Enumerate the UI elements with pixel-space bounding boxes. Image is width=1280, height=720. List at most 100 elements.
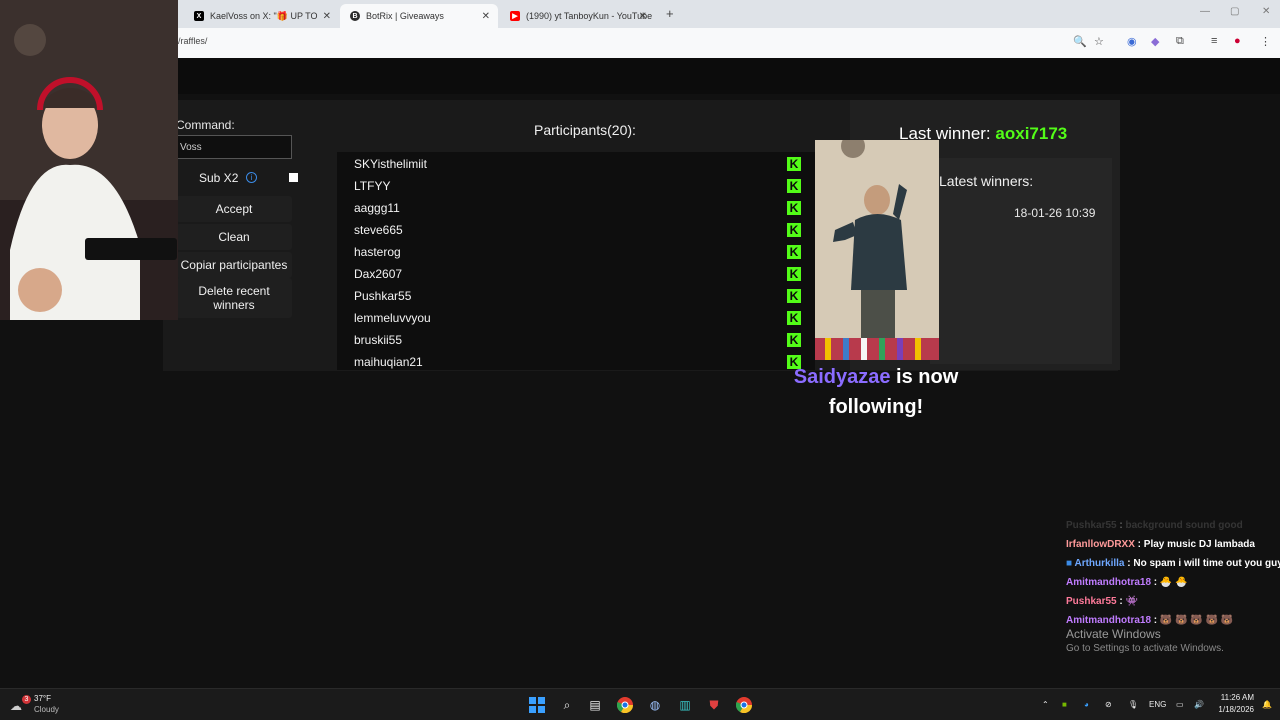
chat-message: Amitmandhotra18 : 🐻 🐻 🐻 🐻 🐻 <box>1066 615 1234 626</box>
participant-name: maihuqian21 <box>354 355 423 369</box>
browser-tab-bar: X KaelVoss on X: "🎁 UP TO 1( ✕ B BotRix … <box>178 0 1280 28</box>
reading-list-icon[interactable]: ≡ <box>1211 35 1217 47</box>
x-logo-icon: X <box>194 11 204 21</box>
participant-name: hasterog <box>354 245 401 259</box>
chat-text: background sound good <box>1125 520 1243 531</box>
activate-windows-subtitle: Go to Settings to activate Windows. <box>1066 643 1224 654</box>
notification-bell-icon[interactable]: 🔔 <box>1262 700 1272 709</box>
profile-avatar-icon[interactable]: ● <box>1234 35 1241 47</box>
chat-message: Pushkar55 : background sound good <box>1066 520 1243 531</box>
sub-x2-checkbox[interactable] <box>289 173 298 182</box>
copy-participants-button[interactable]: Copiar participantes <box>176 252 292 278</box>
minimize-icon[interactable]: — <box>1200 6 1210 17</box>
taskbar: ☁ 3 37°F Cloudy ⌕ ▤ ◍ ▥ ⛊ ⌃ ■ ◕ ⊘ 🎙 ENG … <box>0 688 1280 720</box>
participant-name: lemmeluvvyou <box>354 311 431 325</box>
chrome-icon[interactable] <box>736 697 752 713</box>
command-label: Command: <box>176 118 235 132</box>
tab-x[interactable]: X KaelVoss on X: "🎁 UP TO 1( ✕ <box>184 4 339 28</box>
info-icon[interactable]: i <box>246 172 257 183</box>
display-icon[interactable]: ▭ <box>1176 700 1184 709</box>
chevron-up-icon[interactable]: ⌃ <box>1042 700 1049 709</box>
chrome-icon[interactable] <box>617 697 633 713</box>
language-indicator[interactable]: ENG <box>1149 700 1166 709</box>
participants-header: Participants(20): <box>534 122 636 138</box>
weather-temp: 37°F <box>34 694 51 703</box>
chat-emotes: 🐣 🐣 <box>1159 577 1188 588</box>
close-tab-icon[interactable]: ✕ <box>639 11 647 22</box>
tab-title: KaelVoss on X: "🎁 UP TO 1( <box>210 10 320 21</box>
weather-widget[interactable]: ☁ 3 <box>10 695 31 713</box>
alert-message: following! <box>828 396 924 418</box>
delete-recent-winners-button[interactable]: Delete recent winners <box>176 278 292 318</box>
badge-icon: ■ <box>1066 558 1073 569</box>
chat-message: Pushkar55 : 👾 <box>1066 596 1138 607</box>
participant-name: Dax2607 <box>354 267 403 281</box>
youtube-icon: ▶ <box>510 11 520 21</box>
network-off-icon[interactable]: ⊘ <box>1105 700 1112 709</box>
close-tab-icon[interactable]: ✕ <box>323 11 331 22</box>
accept-button[interactable]: Accept <box>176 196 292 222</box>
notification-badge: 3 <box>22 695 31 704</box>
kick-icon: K <box>787 201 801 215</box>
command-input[interactable] <box>176 135 292 159</box>
chat-username: Pushkar55 <box>1066 596 1117 607</box>
follow-alert-text: Saidyazae is now following! <box>760 362 992 422</box>
chat-username: Arthurkilla <box>1074 558 1125 569</box>
volume-icon[interactable]: 🔊 <box>1194 700 1204 709</box>
latest-winner-time: 18-01-26 10:39 <box>1014 206 1096 220</box>
participant-name: aaggg11 <box>354 201 400 215</box>
cloud-icon: ☁ <box>10 699 22 713</box>
notepad-icon[interactable]: ▥ <box>677 697 693 713</box>
close-window-icon[interactable]: ✕ <box>1262 6 1270 17</box>
close-tab-icon[interactable]: ✕ <box>482 11 490 22</box>
clock-time[interactable]: 11:26 AM <box>1214 693 1254 702</box>
participant-name: bruskii55 <box>354 333 403 347</box>
weather-desc: Cloudy <box>34 705 59 714</box>
chat-message: Amitmandhotra18 : 🐣 🐣 <box>1066 577 1188 588</box>
chat-message: ■ Arthurkilla : No spam i will time out … <box>1066 558 1280 569</box>
chat-text: Play music DJ lambada <box>1143 539 1255 550</box>
participant-name: LTFYY <box>354 179 391 193</box>
alert-message: is now <box>896 366 959 388</box>
botrix-icon: B <box>350 11 360 21</box>
steam-icon[interactable]: ◍ <box>647 697 663 713</box>
shield-app-icon[interactable]: ⛊ <box>706 697 722 713</box>
participant-name: SKYisthelimiit <box>354 157 427 171</box>
page-header <box>178 58 1280 94</box>
kick-icon: K <box>787 179 801 193</box>
follower-name: Saidyazae <box>793 366 891 388</box>
extension-icon[interactable]: ◉ <box>1127 35 1137 48</box>
windows-start-icon[interactable] <box>529 697 545 713</box>
file-explorer-icon[interactable]: ▤ <box>587 697 603 713</box>
chat-username: Pushkar55 <box>1066 520 1117 531</box>
bookmark-star-icon[interactable]: ☆ <box>1094 35 1104 48</box>
clock-date[interactable]: 1/18/2026 <box>1210 705 1254 714</box>
tab-title: BotRix | Giveaways <box>366 11 444 21</box>
chat-username: Amitmandhotra18 <box>1066 615 1152 626</box>
tray-app-icon[interactable]: ◕ <box>1084 700 1089 709</box>
address-bar: /raffles/ <box>178 28 1280 58</box>
chat-emotes: 🐻 🐻 🐻 🐻 🐻 <box>1159 615 1234 626</box>
zoom-icon[interactable]: 🔍 <box>1073 35 1087 48</box>
tab-botrix[interactable]: B BotRix | Giveaways ✕ <box>340 4 498 28</box>
participants-list: SKYisthelimiit LTFYY aaggg11 steve665 ha… <box>337 152 815 370</box>
follow-alert-image <box>815 140 939 360</box>
extensions-puzzle-icon[interactable]: ⧉ <box>1176 35 1184 48</box>
menu-icon[interactable]: ⋮ <box>1260 35 1271 48</box>
microphone-icon[interactable]: 🎙 <box>1128 700 1138 709</box>
tab-youtube[interactable]: ▶ (1990) yt TanboyKun - YouTube ✕ <box>500 4 655 28</box>
new-tab-button[interactable]: + <box>666 6 674 21</box>
kick-icon: K <box>787 333 801 347</box>
url-field[interactable]: /raffles/ <box>178 36 207 46</box>
search-icon[interactable]: ⌕ <box>559 697 575 713</box>
kick-icon: K <box>787 267 801 281</box>
extension-icon[interactable]: ◆ <box>1151 35 1159 48</box>
webcam-overlay <box>0 0 178 320</box>
sub-x2-label: Sub X2 <box>199 171 239 185</box>
chat-emotes: 👾 <box>1125 596 1138 607</box>
restore-icon[interactable]: ▢ <box>1230 6 1239 17</box>
latest-winners-label: Latest winners: <box>939 173 1034 189</box>
nvidia-icon[interactable]: ■ <box>1062 700 1067 709</box>
clean-button[interactable]: Clean <box>176 224 292 250</box>
chat-message: IrfanllowDRXX : Play music DJ lambada <box>1066 539 1255 550</box>
